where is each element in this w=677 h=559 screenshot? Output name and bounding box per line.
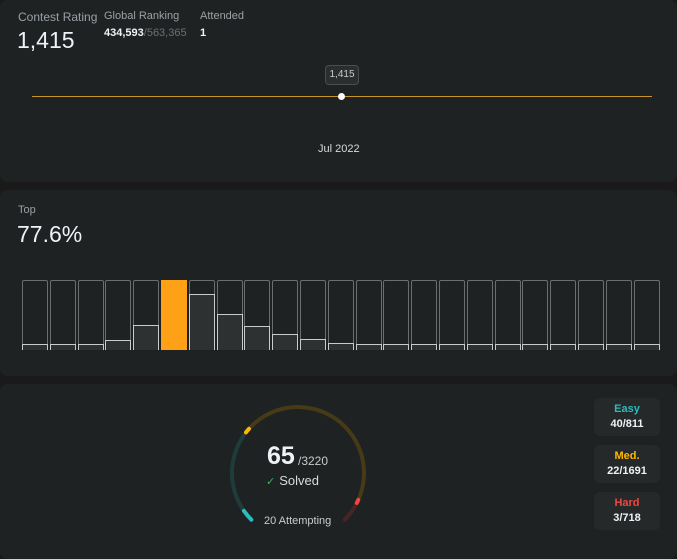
top-label: Top [18, 204, 36, 216]
rating-date-label: Jul 2022 [318, 143, 360, 155]
histogram-bar[interactable] [439, 280, 465, 350]
histogram-bar-fill [550, 344, 576, 350]
histogram-bar-fill [578, 344, 604, 350]
histogram-bar[interactable] [383, 280, 409, 350]
difficulty-medium-name: Med. [614, 450, 640, 462]
histogram-bar-fill [634, 344, 660, 350]
global-ranking-number: 434,593 [104, 27, 144, 39]
histogram-bar[interactable] [606, 280, 632, 350]
ring-progress-easy [241, 508, 254, 522]
histogram-bar[interactable] [50, 280, 76, 350]
difficulty-medium[interactable]: Med. 22/1691 [594, 445, 660, 483]
histogram-bar-fill [105, 340, 131, 350]
histogram-bar-fill [78, 344, 104, 350]
contest-rating-label: Contest Rating [18, 10, 98, 24]
histogram-bar[interactable] [356, 280, 382, 350]
histogram-bar[interactable] [161, 280, 187, 350]
histogram-bar-fill [439, 344, 465, 350]
ring-progress-hard [354, 497, 361, 505]
histogram-bar[interactable] [217, 280, 243, 350]
histogram-bar[interactable] [133, 280, 159, 350]
difficulty-medium-value: 22/1691 [607, 465, 647, 477]
histogram-bar[interactable] [328, 280, 354, 350]
attempting-count: 20 Attempting [264, 515, 332, 527]
histogram-bar[interactable] [411, 280, 437, 350]
histogram-bar-fill [217, 314, 243, 350]
histogram-bar-fill [244, 326, 270, 350]
histogram-bar-fill [383, 344, 409, 350]
histogram-bar-fill [606, 344, 632, 350]
histogram-bar-fill [300, 339, 326, 350]
global-ranking-label: Global Ranking [104, 10, 180, 22]
histogram-bar[interactable] [22, 280, 48, 350]
histogram-bar-fill-current [161, 280, 187, 350]
solved-count: 65 [267, 442, 295, 470]
histogram-bar[interactable] [495, 280, 521, 350]
ring-track-hard [342, 500, 359, 522]
histogram-bar-fill [467, 344, 493, 350]
histogram-bar[interactable] [634, 280, 660, 350]
histogram-bar[interactable] [550, 280, 576, 350]
histogram-bar-fill [495, 344, 521, 350]
global-ranking-total: /563,365 [143, 27, 187, 39]
ring-track-easy [230, 433, 254, 522]
rating-tooltip: 1,415 [325, 65, 359, 85]
top-percentage-card: Top 77.6% [0, 190, 677, 376]
histogram-bar-fill [189, 294, 215, 350]
difficulty-easy-value: 40/811 [610, 418, 644, 430]
histogram-bar-fill [272, 334, 298, 350]
ring-progress-medium [243, 426, 251, 435]
histogram-bar[interactable] [189, 280, 215, 350]
histogram-bar[interactable] [578, 280, 604, 350]
histogram-bar-fill [356, 344, 382, 350]
rating-distribution-histogram [22, 280, 662, 352]
rating-data-point[interactable] [338, 93, 345, 100]
solved-label: ✓ Solved [266, 473, 319, 488]
histogram-bar[interactable] [522, 280, 548, 350]
histogram-bar-fill [411, 344, 437, 350]
histogram-bar[interactable] [272, 280, 298, 350]
histogram-bar-fill [328, 343, 354, 350]
global-ranking-value: 434,593/563,365 [104, 27, 187, 39]
solved-problems-card: 65 /3220 ✓ Solved 20 Attempting Easy 40/8… [0, 384, 677, 559]
difficulty-hard[interactable]: Hard 3/718 [594, 492, 660, 530]
difficulty-hard-value: 3/718 [613, 512, 641, 524]
histogram-bar[interactable] [105, 280, 131, 350]
histogram-bar[interactable] [467, 280, 493, 350]
attended-value: 1 [200, 27, 207, 39]
histogram-bar[interactable] [300, 280, 326, 350]
contest-rating-card: Contest Rating 1,415 Global Ranking 434,… [0, 0, 677, 182]
attended-label: Attended [200, 10, 245, 22]
difficulty-easy[interactable]: Easy 40/811 [594, 398, 660, 436]
top-percentage-value: 77.6% [17, 221, 83, 247]
difficulty-hard-name: Hard [614, 497, 640, 509]
histogram-bar-fill [50, 344, 76, 350]
solved-label-text: Solved [279, 473, 319, 488]
check-icon: ✓ [266, 476, 276, 488]
solved-total: /3220 [298, 454, 329, 468]
histogram-bar[interactable] [78, 280, 104, 350]
difficulty-easy-name: Easy [614, 403, 640, 415]
contest-rating-value: 1,415 [17, 27, 75, 53]
histogram-bar[interactable] [244, 280, 270, 350]
histogram-bar-fill [22, 344, 48, 350]
histogram-bar-fill [522, 344, 548, 350]
histogram-bar-fill [133, 325, 159, 350]
